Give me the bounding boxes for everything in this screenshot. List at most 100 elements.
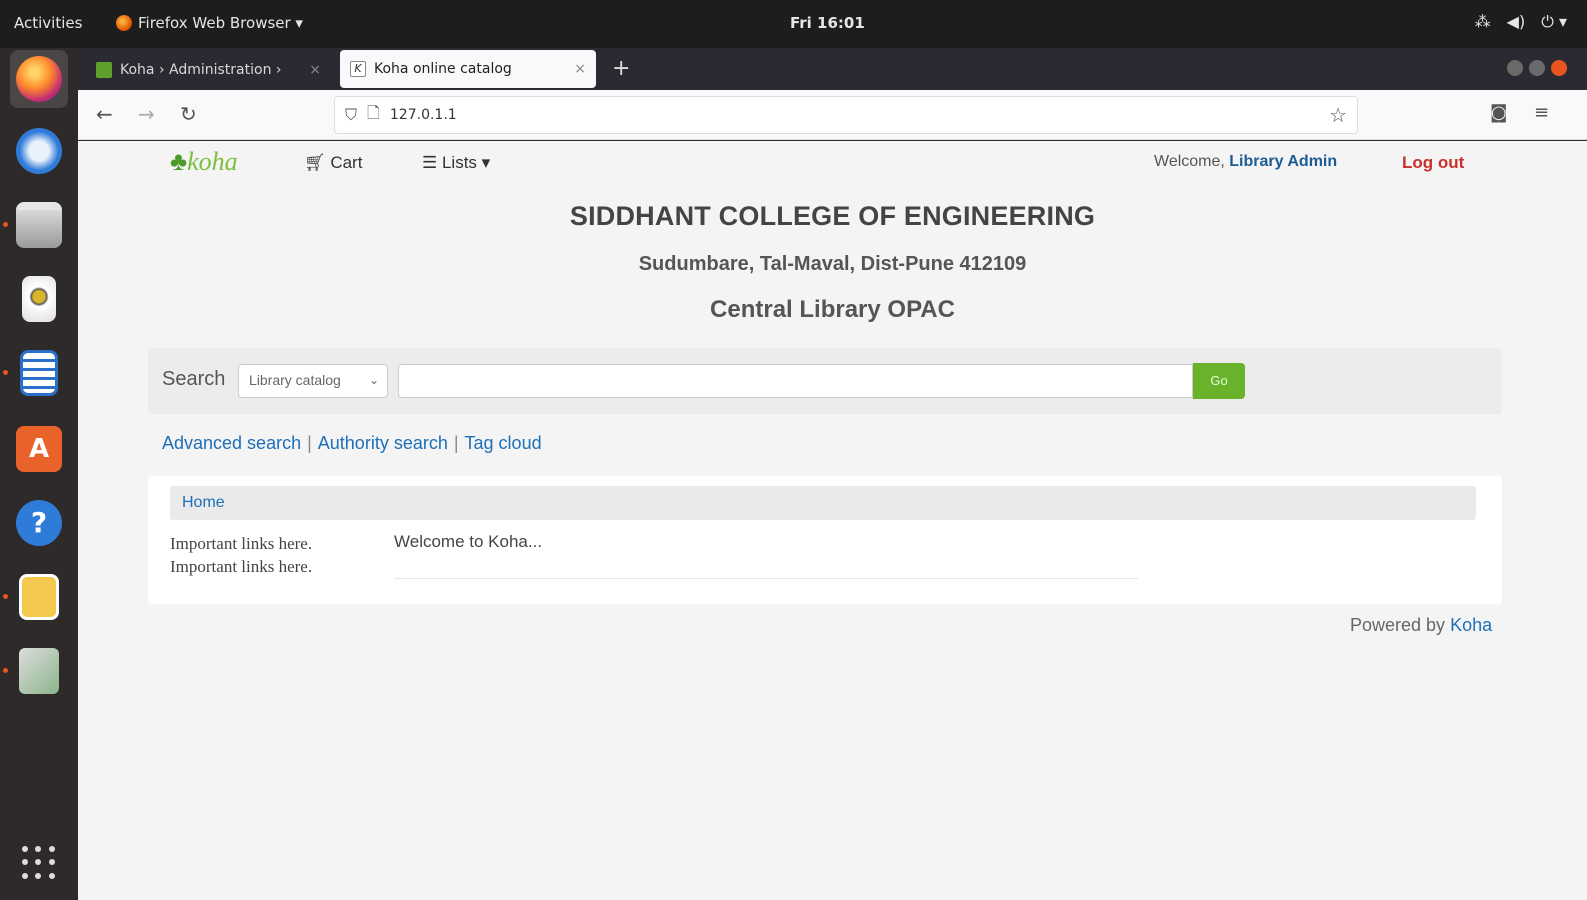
tab-koha-admin[interactable]: Koha › Administration › × — [86, 52, 331, 88]
maximize-button[interactable] — [1529, 60, 1545, 76]
web-page: ♣koha 🛒︎ Cart ☰ Lists ▾ Welcome, Library… — [78, 141, 1587, 900]
forward-button[interactable]: → — [138, 102, 155, 126]
advanced-search-link[interactable]: Advanced search — [162, 433, 301, 453]
breadcrumb: Home — [170, 486, 1476, 520]
cart-button[interactable]: 🛒︎ Cart — [304, 153, 362, 173]
powered-by: Powered by Koha — [1350, 615, 1492, 636]
logout-link[interactable]: Log out — [1402, 153, 1464, 173]
nav-toolbar: ← → ↻ ⛉ 🗋 127.0.1.1 ☆ ◙ ≡ — [78, 90, 1587, 140]
page-icon: 🗋 — [367, 102, 380, 122]
dock-help[interactable]: ? — [10, 494, 68, 552]
koha-logo[interactable]: ♣koha — [170, 147, 238, 177]
search-scope-select[interactable]: Library catalog ⌄ — [238, 364, 388, 398]
close-window-button[interactable] — [1551, 60, 1567, 76]
search-links: Advanced search | Authority search | Tag clo… — [162, 433, 542, 454]
welcome-text: Welcome, Library Admin — [1154, 153, 1337, 171]
url-bar[interactable]: ⛉ 🗋 127.0.1.1 ☆ — [334, 96, 1358, 134]
link-separator: | — [453, 433, 459, 453]
tab-title: Koha › Administration › — [120, 62, 282, 78]
cart-label: Cart — [330, 153, 363, 172]
close-tab-icon[interactable]: × — [309, 62, 321, 78]
software-center-icon: A — [16, 426, 62, 472]
running-indicator — [3, 594, 8, 599]
pocket-icon[interactable]: ◙ — [1490, 102, 1507, 123]
koha-favicon-icon: K — [350, 61, 366, 77]
volume-icon: ◀) — [1506, 12, 1526, 31]
powered-prefix: Powered by — [1350, 615, 1451, 635]
firefox-icon — [116, 15, 132, 31]
app-menu[interactable]: Firefox Web Browser ▾ — [116, 14, 303, 32]
files-icon — [16, 202, 62, 248]
leaf-icon: ♣ — [170, 147, 188, 176]
cart-icon: 🛒︎ — [304, 153, 331, 172]
menu-icon[interactable]: ≡ — [1534, 102, 1549, 123]
lists-label: Lists ▾ — [441, 153, 491, 172]
divider — [394, 578, 1138, 579]
running-indicator — [3, 222, 8, 227]
help-icon: ? — [16, 500, 62, 546]
list-icon: ☰ — [422, 153, 442, 172]
main-content: Home Important links here. Important lin… — [148, 476, 1502, 604]
breadcrumb-home[interactable]: Home — [182, 494, 225, 511]
dock-firefox[interactable] — [10, 50, 68, 108]
writer-icon — [20, 350, 58, 396]
dock-archive[interactable] — [10, 568, 68, 626]
search-input[interactable] — [398, 364, 1193, 398]
system-top-bar: Activities Firefox Web Browser ▾ Fri 16:… — [0, 0, 1587, 48]
search-scope-value: Library catalog — [249, 372, 341, 388]
close-tab-icon[interactable]: × — [574, 61, 586, 77]
welcome-prefix: Welcome, — [1154, 153, 1230, 170]
firefox-icon — [16, 56, 62, 102]
dock-thunderbird[interactable] — [10, 122, 68, 180]
tag-cloud-link[interactable]: Tag cloud — [465, 433, 542, 453]
go-button[interactable]: Go — [1193, 363, 1245, 399]
show-applications-button[interactable] — [22, 846, 56, 880]
welcome-message: Welcome to Koha... — [394, 532, 543, 551]
link-separator: | — [307, 433, 312, 453]
logo-text: koha — [187, 147, 238, 176]
koha-header: ♣koha 🛒︎ Cart ☰ Lists ▾ Welcome, Library… — [78, 141, 1587, 185]
shield-icon: ⛉ — [345, 105, 358, 124]
minimize-button[interactable] — [1507, 60, 1523, 76]
user-link[interactable]: Library Admin — [1229, 153, 1337, 170]
dock-settings[interactable] — [10, 642, 68, 700]
important-links: Important links here. Important links he… — [170, 532, 312, 578]
search-label: Search — [162, 368, 226, 390]
power-icon: ⏻ ▾ — [1541, 12, 1567, 31]
college-title: SIDDHANT COLLEGE OF ENGINEERING — [569, 201, 1096, 231]
dock: A ? — [0, 48, 78, 900]
back-button[interactable]: ← — [96, 102, 113, 126]
important-link-2: Important links here. — [170, 557, 313, 576]
college-address: Sudumbare, Tal-Maval, Dist-Pune 412109 — [638, 253, 1027, 275]
url-text[interactable]: 127.0.1.1 — [390, 107, 457, 123]
koha-favicon-icon — [96, 62, 112, 78]
new-tab-button[interactable]: + — [612, 56, 630, 81]
dock-software[interactable]: A — [10, 420, 68, 478]
system-tray[interactable]: ⁂ ◀) ⏻ ▾ — [1475, 12, 1567, 32]
settings-icon — [19, 648, 59, 694]
app-menu-label: Firefox Web Browser ▾ — [138, 14, 303, 32]
opac-subtitle: Central Library OPAC — [710, 296, 955, 323]
authority-search-link[interactable]: Authority search — [318, 433, 448, 453]
archive-icon — [19, 574, 59, 620]
search-panel: Search Library catalog ⌄ Go — [148, 348, 1502, 414]
dock-files[interactable] — [10, 196, 68, 254]
clock[interactable]: Fri 16:01 — [790, 14, 865, 32]
dock-writer[interactable] — [10, 344, 68, 402]
activities-button[interactable]: Activities — [14, 14, 82, 32]
running-indicator — [3, 370, 8, 375]
tab-bar: Koha › Administration › × K Koha online … — [78, 48, 1587, 90]
lists-button[interactable]: ☰ Lists ▾ — [422, 153, 490, 173]
rhythmbox-icon — [22, 276, 56, 322]
thunderbird-icon — [16, 128, 62, 174]
important-link-1: Important links here. — [170, 534, 313, 553]
reload-button[interactable]: ↻ — [180, 102, 197, 126]
running-indicator — [3, 668, 8, 673]
koha-link[interactable]: Koha — [1450, 615, 1492, 635]
window-controls — [1507, 60, 1567, 76]
chevron-down-icon: ⌄ — [368, 373, 379, 387]
tab-koha-opac[interactable]: K Koha online catalog × — [340, 50, 596, 88]
tab-title: Koha online catalog — [374, 61, 512, 77]
bookmark-star-icon[interactable]: ☆ — [1329, 103, 1347, 127]
dock-rhythmbox[interactable] — [10, 270, 68, 328]
